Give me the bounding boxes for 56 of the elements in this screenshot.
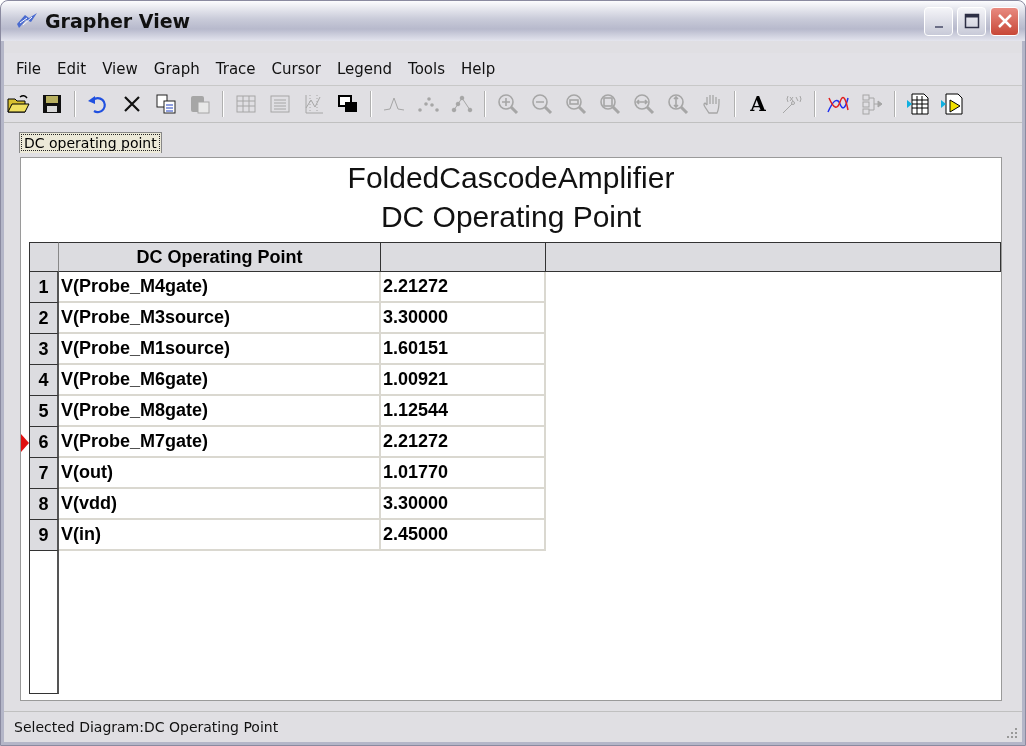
table-cell: 3.30000 [381, 489, 546, 520]
table-cell: V(Probe_M6gate) [59, 365, 381, 396]
menu-item[interactable]: File [8, 60, 50, 78]
window-title: Grapher View [45, 10, 192, 32]
row-header[interactable]: 9 [29, 520, 59, 551]
row-header[interactable]: 5 [29, 396, 59, 427]
menu-item[interactable]: Legend [328, 60, 400, 78]
app-icon [15, 12, 39, 30]
row-header[interactable]: 7 [29, 458, 59, 489]
menu-item[interactable]: Trace [207, 60, 264, 78]
table-cell: V(out) [59, 458, 381, 489]
copy-icon[interactable] [154, 92, 178, 116]
row-header[interactable]: 1 [29, 272, 59, 303]
row-header[interactable]: 6 [29, 427, 59, 458]
table-cell: V(vdd) [59, 489, 381, 520]
row-header[interactable]: 3 [29, 334, 59, 365]
save-icon[interactable] [40, 92, 64, 116]
menu-item[interactable]: Help [452, 60, 504, 78]
table-cell: V(Probe_M7gate) [59, 427, 381, 458]
close-icon [996, 13, 1013, 29]
menu-item[interactable]: Edit [49, 60, 95, 78]
corner-cell [29, 242, 59, 272]
open-folder-icon[interactable] [6, 92, 30, 116]
table-icon[interactable] [906, 92, 930, 116]
table-cell: 2.45000 [381, 520, 546, 551]
close-button[interactable] [990, 6, 1019, 36]
menu-item[interactable]: View [94, 60, 146, 78]
table-run-icon[interactable] [940, 92, 964, 116]
table-cell: 1.01770 [381, 458, 546, 489]
table-cell: 1.60151 [381, 334, 546, 365]
table-cell: 2.21272 [381, 427, 546, 458]
table-cell: 1.12544 [381, 396, 546, 427]
row-header[interactable]: 4 [29, 365, 59, 396]
table-cell: V(Probe_M3source) [59, 303, 381, 334]
row-header[interactable]: 8 [29, 489, 59, 520]
table-cell: V(in) [59, 520, 381, 551]
menu-item[interactable]: Cursor [263, 60, 329, 78]
diagram-title: FoldedCascodeAmplifier [346, 160, 676, 196]
table-cell: 1.00921 [381, 365, 546, 396]
table-cell: 3.30000 [381, 303, 546, 334]
table-cell: V(Probe_M8gate) [59, 396, 381, 427]
table-cell: V(Probe_M1source) [59, 334, 381, 365]
table-cell: 2.21272 [381, 272, 546, 303]
menu-item[interactable]: Graph [145, 60, 208, 78]
minimize-icon [934, 26, 943, 28]
diagram-subtitle: DC Operating Point [379, 199, 643, 235]
status-text: Selected Diagram:DC Operating Point [14, 719, 279, 735]
menu-item[interactable]: Tools [400, 60, 453, 78]
resize-grip [1006, 727, 1018, 739]
maximize-button[interactable] [957, 6, 986, 36]
text-button[interactable]: A [746, 92, 770, 116]
row-header[interactable]: 2 [29, 303, 59, 334]
diagram-tab[interactable]: DC operating point [19, 132, 162, 153]
table-cell: V(Probe_M4gate) [59, 272, 381, 303]
maximize-icon [963, 13, 980, 29]
column-header: DC Operating Point [59, 242, 381, 272]
